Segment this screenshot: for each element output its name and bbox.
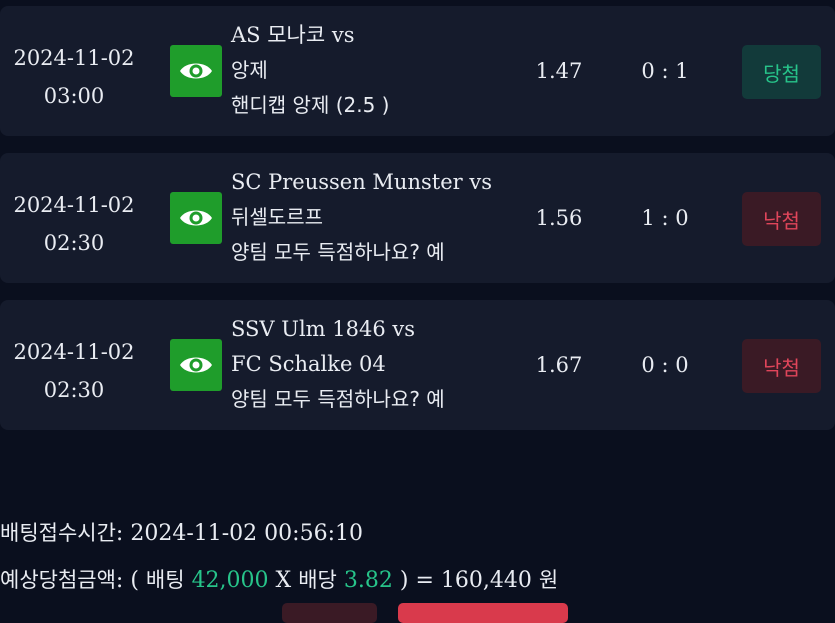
bet-pick: 양팀 모두 득점하나요? 예 xyxy=(231,240,445,264)
bet-row: 2024-11-02 02:30 SC Preussen Munster vs … xyxy=(0,153,835,283)
received-time-label: 배팅접수시간 xyxy=(0,521,116,545)
primary-action-button[interactable] xyxy=(398,603,568,623)
equals-sign: = xyxy=(415,568,434,593)
expected-payout: 예상당첨금액: ( 배팅 42,000 X 배당 3.82 ) = 160,44… xyxy=(0,568,559,593)
view-detail-button[interactable] xyxy=(170,339,222,391)
match-teams-away: FC Schalke 04 xyxy=(231,352,386,376)
match-teams-away: 앙제 xyxy=(231,58,268,82)
expected-payout-label: 예상당첨금액 xyxy=(0,568,116,592)
bet-received-time: 배팅접수시간: 2024-11-02 00:56:10 xyxy=(0,521,363,546)
bet-odds: 1.47 xyxy=(535,59,583,83)
match-teams-home: AS 모나코 vs xyxy=(231,23,355,47)
bet-odds: 1.56 xyxy=(535,206,583,230)
bet-time: 02:30 xyxy=(43,231,105,255)
bet-datetime: 2024-11-02 03:00 xyxy=(8,39,140,115)
eye-icon xyxy=(180,210,212,226)
multiply-sign: X xyxy=(275,568,292,593)
bet-time: 02:30 xyxy=(43,378,105,402)
open-paren: ( xyxy=(130,568,139,593)
bet-time: 03:00 xyxy=(43,84,105,108)
secondary-action-button[interactable] xyxy=(282,603,377,623)
bet-date: 2024-11-02 xyxy=(13,340,135,364)
view-detail-button[interactable] xyxy=(170,192,222,244)
eye-icon xyxy=(180,357,212,373)
bet-pick: 핸디캡 앙제 (2.5 ) xyxy=(231,93,390,117)
bet-amount: 42,000 xyxy=(191,568,269,593)
currency-unit: 원 xyxy=(538,568,559,592)
total-odds-label: 배당 xyxy=(298,568,337,592)
received-time-value: 2024-11-02 00:56:10 xyxy=(130,521,363,546)
payout-amount: 160,440 xyxy=(440,568,532,593)
match-info: AS 모나코 vs 앙제 핸디캡 앙제 (2.5 ) xyxy=(231,18,521,123)
bet-date: 2024-11-02 xyxy=(13,46,135,70)
result-badge: 낙첨 xyxy=(742,339,821,393)
close-paren: ) xyxy=(399,568,409,593)
match-info: SC Preussen Munster vs 뒤셀도르프 양팀 모두 득점하나요… xyxy=(231,165,521,270)
bet-date: 2024-11-02 xyxy=(13,193,135,217)
match-score: 0 : 1 xyxy=(641,59,689,83)
bet-row: 2024-11-02 02:30 SSV Ulm 1846 vs FC Scha… xyxy=(0,300,835,430)
view-detail-button[interactable] xyxy=(170,45,222,97)
match-teams-home: SSV Ulm 1846 vs xyxy=(231,317,416,341)
match-info: SSV Ulm 1846 vs FC Schalke 04 양팀 모두 득점하나… xyxy=(231,312,521,417)
match-score: 1 : 0 xyxy=(641,206,689,230)
bet-row: 2024-11-02 03:00 AS 모나코 vs 앙제 핸디캡 앙제 (2.… xyxy=(0,6,835,136)
bet-summary: 배팅접수시간: 2024-11-02 00:56:10 예상당첨금액: ( 배팅… xyxy=(0,510,835,604)
bet-datetime: 2024-11-02 02:30 xyxy=(8,186,140,262)
bet-amount-label: 배팅 xyxy=(145,568,185,592)
bet-odds: 1.67 xyxy=(535,353,583,377)
bet-pick: 양팀 모두 득점하나요? 예 xyxy=(231,387,445,411)
result-badge: 당첨 xyxy=(742,45,821,99)
eye-icon xyxy=(180,63,212,79)
result-badge: 낙첨 xyxy=(742,192,821,246)
match-teams-away: 뒤셀도르프 xyxy=(231,205,323,229)
total-odds: 3.82 xyxy=(343,568,393,593)
bet-datetime: 2024-11-02 02:30 xyxy=(8,333,140,409)
match-score: 0 : 0 xyxy=(641,353,689,377)
match-teams-home: SC Preussen Munster vs xyxy=(231,170,492,194)
